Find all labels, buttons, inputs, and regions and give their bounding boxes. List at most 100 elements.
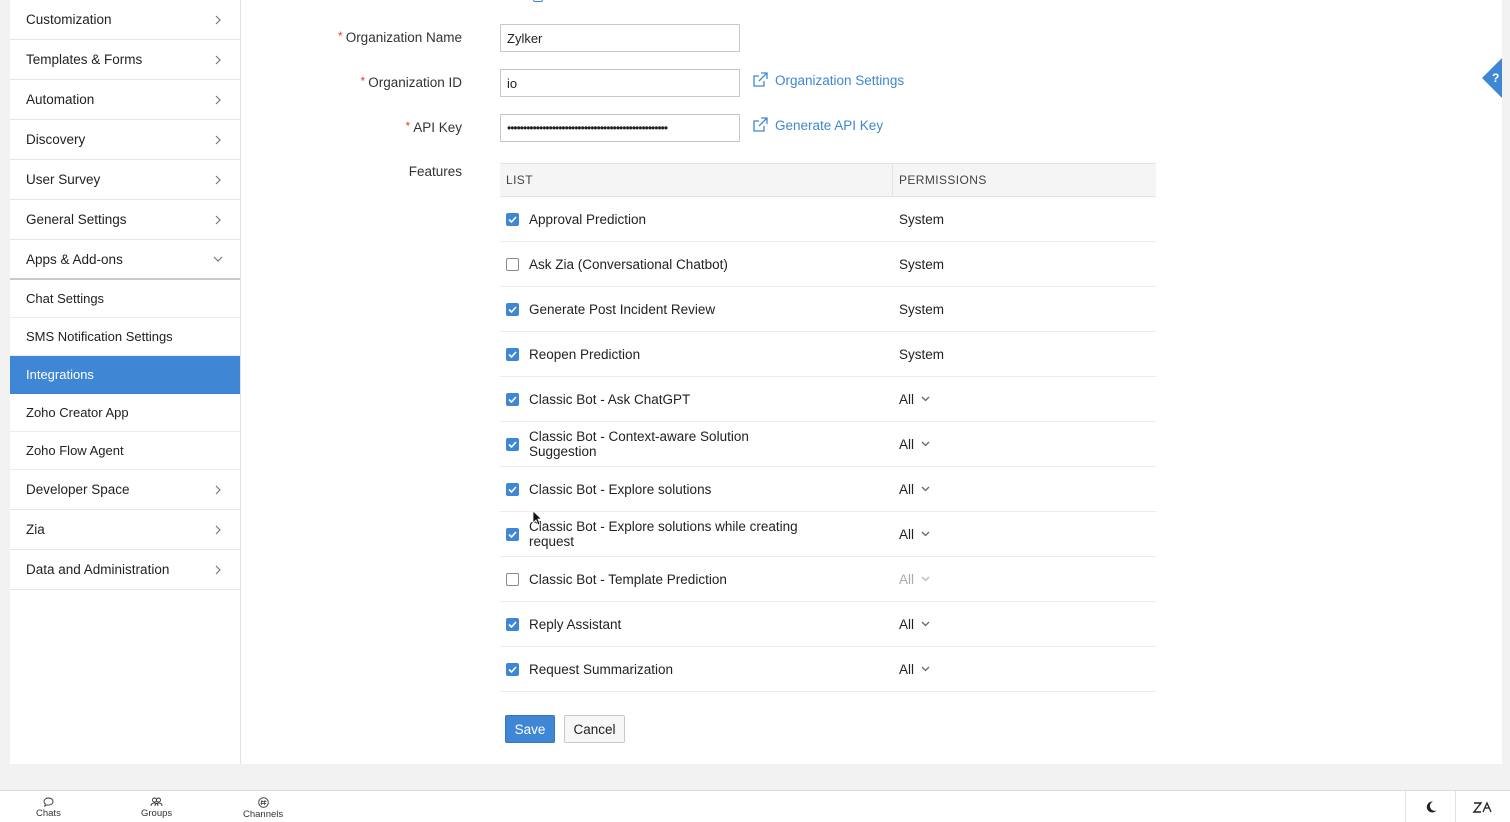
feature-row: Classic Bot - Template Prediction All [500, 557, 1156, 602]
svg-text:?: ? [1492, 71, 1499, 85]
chevron-down-icon [921, 396, 930, 402]
feature-name: Reply Assistant [529, 616, 622, 632]
help-icon: ? [1482, 58, 1502, 98]
feature-checkbox[interactable] [506, 662, 519, 676]
chevron-right-icon [211, 93, 225, 107]
sidebar-item-discovery[interactable]: Discovery [10, 120, 240, 160]
organization-settings-link[interactable]: Organization Settings [752, 72, 904, 88]
permission-value: All [899, 436, 915, 452]
sidebar-item-label: Apps & Add-ons [26, 251, 123, 267]
feature-checkbox[interactable] [506, 392, 519, 406]
sidebar-item-label: User Survey [26, 172, 101, 187]
permission-select[interactable]: All [899, 392, 930, 407]
sidebar-group-apps-addons[interactable]: Apps & Add-ons [10, 240, 240, 280]
channel-hash-icon [257, 797, 269, 808]
features-table-header: LIST PERMISSIONS [500, 163, 1156, 197]
sidebar-item-label: Automation [26, 92, 95, 107]
permission-select[interactable]: All [899, 527, 930, 542]
permission-value: All [899, 526, 915, 542]
feature-checkbox[interactable] [506, 257, 519, 271]
sidebar-subitem-integrations[interactable]: Integrations [10, 356, 240, 394]
feature-checkbox[interactable] [506, 347, 519, 361]
feature-name: Classic Bot - Context-aware Solution Sug… [529, 429, 749, 459]
feature-checkbox[interactable] [506, 617, 519, 631]
footer-chats[interactable]: Chats [36, 797, 61, 819]
settings-sidebar: Customization Templates & Forms Automation… [10, 0, 241, 764]
feature-row: Classic Bot - Explore solutions All [500, 467, 1156, 512]
sidebar-item-label: Discovery [26, 132, 86, 147]
api-key-input[interactable] [500, 114, 740, 142]
sidebar-subitem-sms-notification-settings[interactable]: SMS Notification Settings [10, 318, 240, 356]
chevron-right-icon [211, 523, 225, 537]
permission-value: All [899, 391, 915, 407]
permission-value: System [899, 301, 945, 317]
sidebar-item-templates-forms[interactable]: Templates & Forms [10, 40, 240, 80]
feature-checkbox[interactable] [506, 527, 519, 541]
feature-checkbox[interactable] [506, 482, 519, 496]
feature-row: Reply Assistant All [500, 602, 1156, 647]
sidebar-subitem-zoho-creator-app[interactable]: Zoho Creator App [10, 394, 240, 432]
feature-row: Classic Bot - Context-aware Solution Sug… [500, 422, 1156, 467]
chevron-down-icon [921, 486, 930, 492]
chevron-right-icon [211, 563, 225, 577]
help-tab[interactable]: ? [1480, 58, 1502, 98]
sidebar-item-zia[interactable]: Zia [10, 510, 240, 550]
footer-groups[interactable]: Groups [141, 797, 172, 819]
sidebar-item-user-survey[interactable]: User Survey [10, 160, 240, 200]
permission-value: System [899, 346, 945, 362]
permission-value: System [899, 211, 945, 227]
chevron-down-icon [921, 531, 930, 537]
sidebar-item-label: Zia [26, 522, 45, 537]
sidebar-item-label: Customization [26, 12, 112, 27]
moon-icon [1426, 801, 1436, 813]
external-link-icon [753, 72, 768, 87]
permission-select[interactable]: All [899, 617, 930, 632]
generate-api-key-link[interactable]: Generate API Key [752, 117, 883, 133]
sidebar-subitem-chat-settings[interactable]: Chat Settings [10, 280, 240, 318]
permission-select[interactable]: All [899, 482, 930, 497]
api-key-label: * API Key [405, 119, 462, 135]
feature-name: Classic Bot - Ask ChatGPT [529, 391, 691, 407]
feature-name: Generate Post Incident Review [529, 301, 716, 317]
chevron-down-icon [211, 252, 225, 266]
column-header-list: LIST [500, 164, 893, 196]
chevron-right-icon [211, 483, 225, 497]
chevron-right-icon [211, 133, 225, 147]
feature-row: Classic Bot - Explore solutions while cr… [500, 512, 1156, 557]
sidebar-item-data-and-administration[interactable]: Data and Administration [10, 550, 240, 590]
sidebar-item-customization[interactable]: Customization [10, 0, 240, 40]
sidebar-item-developer-space[interactable]: Developer Space [10, 470, 240, 510]
dark-mode-toggle[interactable] [1405, 791, 1455, 822]
chevron-right-icon [211, 213, 225, 227]
org-id-input[interactable] [500, 69, 740, 97]
feature-row: Classic Bot - Ask ChatGPT All [500, 377, 1156, 422]
feature-name: Classic Bot - Explore solutions [529, 481, 712, 497]
feature-checkbox[interactable] [506, 302, 519, 316]
permission-select[interactable]: All [899, 572, 930, 587]
integration-form-panel: *Organization Name *Organization ID Orga… [241, 0, 1502, 764]
feature-checkbox[interactable] [506, 572, 519, 586]
sidebar-subitem-zoho-flow-agent[interactable]: Zoho Flow Agent [10, 432, 240, 470]
feature-checkbox[interactable] [506, 212, 519, 226]
chevron-right-icon [211, 173, 225, 187]
permission-value: All [899, 571, 915, 587]
save-button[interactable]: Save [505, 715, 555, 743]
external-link-icon [753, 117, 768, 132]
cancel-button[interactable]: Cancel [564, 715, 625, 743]
sidebar-item-label: Templates & Forms [26, 52, 143, 67]
zia-button[interactable] [1455, 791, 1510, 822]
footer-channels[interactable]: Channels [243, 797, 283, 820]
feature-name: Approval Prediction [529, 211, 647, 227]
permission-select[interactable]: All [899, 662, 930, 677]
sidebar-item-automation[interactable]: Automation [10, 80, 240, 120]
bottom-bar: Chats Groups Channels [0, 790, 1510, 822]
chevron-right-icon [211, 13, 225, 27]
permission-select[interactable]: All [899, 437, 930, 452]
permission-value: All [899, 616, 915, 632]
sidebar-item-general-settings[interactable]: General Settings [10, 200, 240, 240]
enable-checkbox-partial[interactable] [533, 0, 543, 2]
org-name-input[interactable] [500, 24, 740, 52]
feature-checkbox[interactable] [506, 437, 519, 451]
column-header-permissions: PERMISSIONS [899, 173, 987, 187]
chevron-down-icon [921, 576, 930, 582]
